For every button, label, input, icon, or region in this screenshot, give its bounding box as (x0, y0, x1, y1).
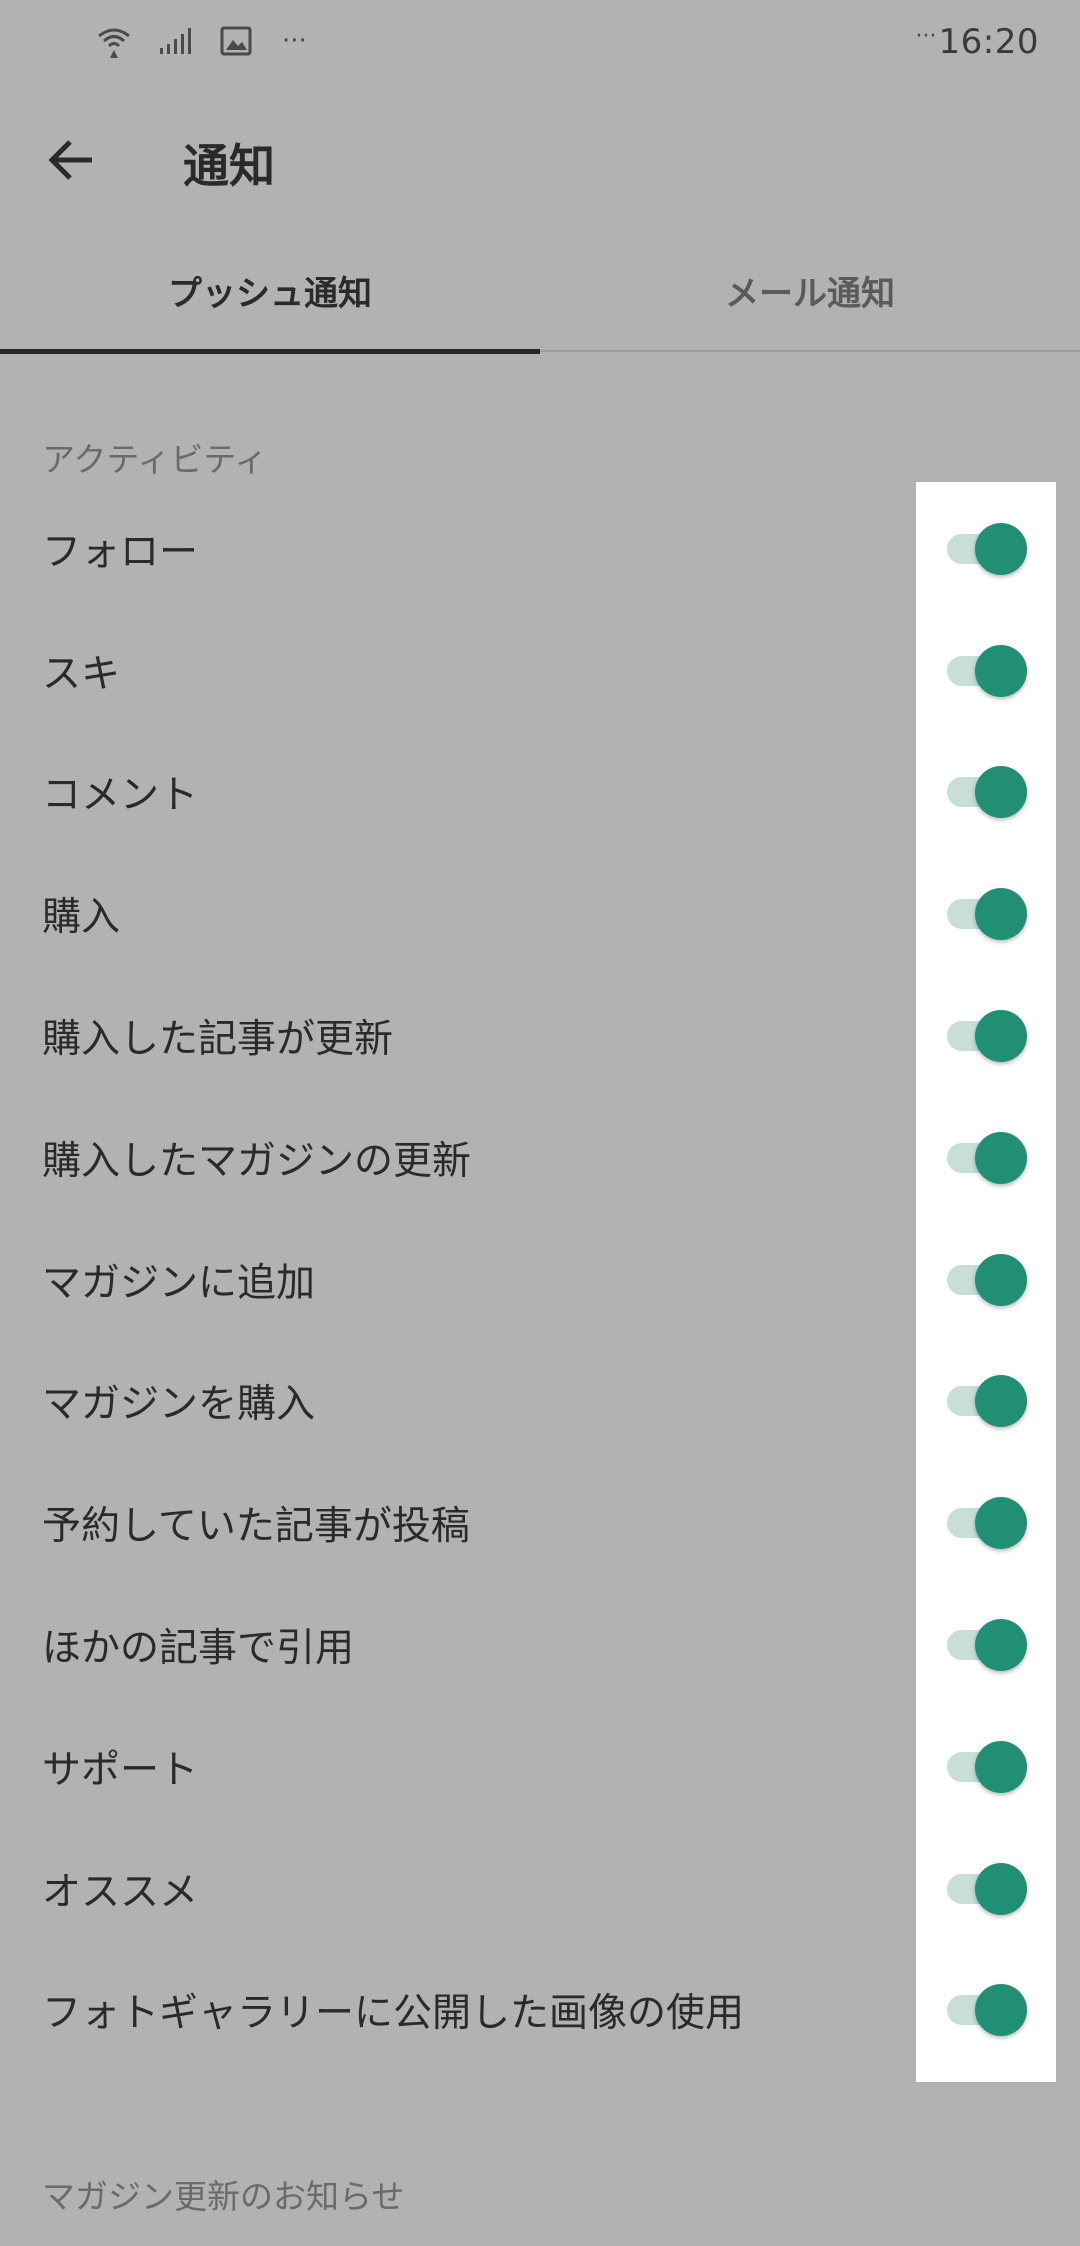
setting-row-photo-gallery-usage: フォトギャラリーに公開した画像の使用 (0, 1950, 1080, 2072)
setting-row-follow: フォロー (0, 488, 1080, 610)
notification-settings-screen: ··· ··· 16:20 通知 プッシュ通知 メール通知 アクティビティ フォ… (0, 0, 1080, 2246)
setting-row-scheduled-article-posted: 予約していた記事が投稿 (0, 1462, 1080, 1584)
setting-row-added-to-magazine: マガジンに追加 (0, 1219, 1080, 1341)
setting-label: フォトギャラリーに公開した画像の使用 (42, 1991, 745, 2037)
status-icons-left: ··· (96, 24, 307, 58)
setting-label: 購入した記事が更新 (42, 1017, 394, 1063)
toggle-switch-added-to-magazine[interactable] (947, 1252, 1031, 1308)
toggle-switch-follow[interactable] (947, 521, 1031, 577)
activity-settings-list: フォロー スキ コメント 購入 購入した記事が更新 購入したマガジンの更新 マガ… (0, 488, 1080, 2071)
signal-icon (158, 26, 194, 56)
setting-row-recommend: オススメ (0, 1828, 1080, 1950)
setting-row-support: サポート (0, 1706, 1080, 1828)
setting-label: マガジンを購入 (42, 1382, 316, 1428)
status-more-left: ··· (282, 26, 307, 56)
app-bar: 通知 (0, 100, 1080, 220)
setting-label: ほかの記事で引用 (42, 1626, 355, 1672)
toggle-switch-photo-gallery-usage[interactable] (947, 1982, 1031, 2038)
toggle-switch-scheduled-article-posted[interactable] (947, 1495, 1031, 1551)
setting-label: フォロー (42, 529, 199, 575)
setting-label: 購入 (42, 895, 121, 941)
back-button[interactable] (30, 120, 114, 204)
setting-row-purchased-magazine-updated: 購入したマガジンの更新 (0, 1097, 1080, 1219)
wifi-icon (96, 24, 132, 58)
toggle-switch-purchase[interactable] (947, 886, 1031, 942)
status-bar: ··· ··· 16:20 (0, 0, 1080, 90)
setting-row-purchase: 購入 (0, 853, 1080, 975)
setting-row-like: スキ (0, 610, 1080, 732)
image-icon (220, 26, 252, 56)
setting-label: マガジンに追加 (42, 1260, 316, 1306)
setting-label: サポート (42, 1747, 199, 1793)
toggle-switch-purchased-article-updated[interactable] (947, 1008, 1031, 1064)
setting-label: 購入したマガジンの更新 (42, 1138, 472, 1184)
setting-label: 予約していた記事が投稿 (42, 1504, 470, 1550)
status-more-right: ··· (915, 24, 937, 49)
setting-row-comment: コメント (0, 732, 1080, 854)
section-title-activity: アクティビティ (42, 440, 268, 479)
tab-bar: プッシュ通知 メール通知 (0, 228, 1080, 354)
toggle-switch-purchased-magazine-updated[interactable] (947, 1130, 1031, 1186)
arrow-left-icon (48, 138, 96, 186)
tab-email-notifications[interactable]: メール通知 (540, 228, 1080, 352)
page-title: 通知 (183, 139, 275, 193)
status-time: 16:20 (938, 22, 1039, 62)
status-right: ··· 16:20 (916, 22, 1039, 62)
setting-row-magazine-purchase: マガジンを購入 (0, 1341, 1080, 1463)
tab-push-notifications[interactable]: プッシュ通知 (0, 228, 540, 354)
setting-row-purchased-article-updated: 購入した記事が更新 (0, 975, 1080, 1097)
toggle-switch-quoted-in-article[interactable] (947, 1617, 1031, 1673)
toggle-switch-recommend[interactable] (947, 1861, 1031, 1917)
setting-row-quoted-in-article: ほかの記事で引用 (0, 1584, 1080, 1706)
setting-label: スキ (42, 651, 121, 697)
toggle-switch-like[interactable] (947, 643, 1031, 699)
toggle-switch-support[interactable] (947, 1739, 1031, 1795)
toggle-switch-comment[interactable] (947, 764, 1031, 820)
setting-label: コメント (42, 773, 199, 819)
toggle-switch-magazine-purchase[interactable] (947, 1373, 1031, 1429)
setting-label: オススメ (42, 1869, 199, 1915)
section-title-magazine-updates: マガジン更新のお知らせ (42, 2177, 405, 2216)
